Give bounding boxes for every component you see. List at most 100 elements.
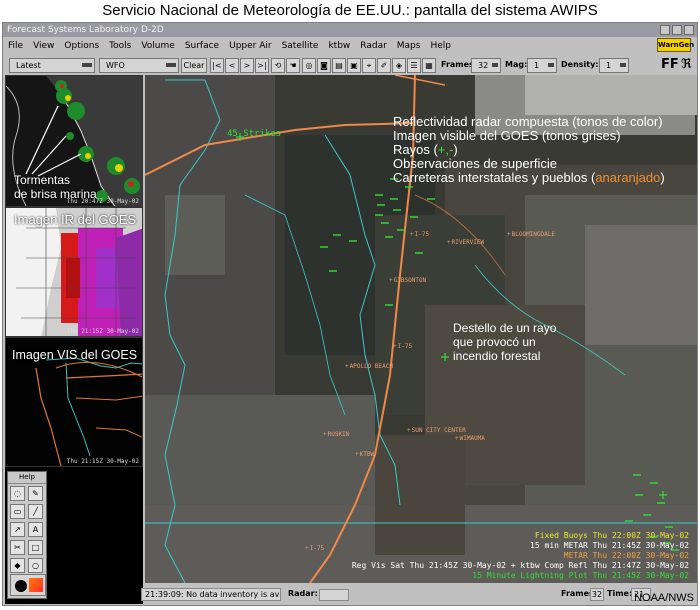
menu-maps[interactable]: Maps bbox=[392, 41, 426, 51]
footer-metar-15: 15 min METAR Thu 21:45Z 30-May-02 bbox=[530, 541, 689, 550]
prev-frame-icon[interactable]: < bbox=[225, 58, 239, 73]
town-label: I-75 bbox=[305, 545, 324, 552]
window-controls bbox=[660, 25, 694, 35]
menu-surface[interactable]: Surface bbox=[180, 41, 224, 51]
scale-combo[interactable]: WFO bbox=[99, 58, 179, 73]
fire-annotation: Destello de un rayo que provocó un incen… bbox=[453, 321, 557, 363]
town-label: APOLLO BEACH bbox=[345, 363, 393, 370]
radar-field[interactable] bbox=[319, 589, 349, 601]
ff-button[interactable]: FF bbox=[661, 57, 679, 72]
density-label: Density: bbox=[561, 60, 599, 69]
swap-icon[interactable]: ℜ bbox=[681, 57, 692, 72]
density-combo-value: 1 bbox=[606, 61, 612, 70]
strikes-counter: 45 Strikes bbox=[227, 129, 281, 139]
chevron-down-icon bbox=[492, 63, 498, 67]
goes-ir-map bbox=[6, 208, 142, 336]
ellipse-tool-icon[interactable]: ○ bbox=[28, 558, 43, 573]
legend-radar: Reflectividad radar compuesta (tonos de … bbox=[393, 114, 663, 129]
status-frames-value: 32 bbox=[590, 588, 604, 601]
menu-satellite[interactable]: Satellite bbox=[277, 41, 324, 51]
mag-combo[interactable]: 1 bbox=[527, 58, 557, 73]
select-icon[interactable]: ◙ bbox=[317, 58, 331, 73]
panel-2-time: Thu 21:15Z 30-May-02 bbox=[66, 328, 139, 335]
select-tool-icon[interactable]: ◌ bbox=[10, 486, 25, 501]
print-icon[interactable]: ▤ bbox=[332, 58, 346, 73]
status-message: 21:39:09: No data inventory is available… bbox=[141, 588, 281, 601]
toolbar: Latest WFO Clear |< < > >| ⟲ ☚ ◎ ◙ ▤ ▣ ⌖… bbox=[3, 55, 697, 75]
window-titlebar: Forecast Systems Laboratory D-2D bbox=[3, 23, 697, 37]
panel-sea-breeze[interactable]: Tormentas de brisa marina Thu 20:47Z 30-… bbox=[5, 75, 143, 207]
rect-tool-icon[interactable]: □ bbox=[28, 540, 43, 555]
legend-surface-obs: Observaciones de superficie bbox=[393, 156, 558, 171]
tool-palette: Help ◌ ✎ ▭ ╱ ↗ A ✂ □ ◆ ○ bbox=[7, 471, 47, 599]
clear-button[interactable]: Clear bbox=[181, 58, 207, 73]
credit-label: NOAA/NWS bbox=[634, 592, 694, 604]
menu-radar[interactable]: Radar bbox=[355, 41, 392, 51]
sea-breeze-label-1: Tormentas bbox=[14, 173, 71, 187]
last-frame-icon[interactable]: >| bbox=[255, 58, 269, 73]
frames-combo[interactable]: 32 bbox=[471, 58, 501, 73]
menu-ktbw[interactable]: ktbw bbox=[323, 41, 355, 51]
menu-view[interactable]: View bbox=[28, 41, 59, 51]
line-tool-icon[interactable]: ╱ bbox=[28, 504, 43, 519]
warngen-button[interactable]: WarnGen bbox=[657, 38, 694, 52]
menu-file[interactable]: File bbox=[3, 41, 28, 51]
palette-icon[interactable]: ◈ bbox=[392, 58, 406, 73]
text-tool-icon[interactable]: A bbox=[28, 522, 43, 537]
eraser-tool-icon[interactable]: ▭ bbox=[10, 504, 25, 519]
pointer-icon[interactable]: ⌖ bbox=[362, 58, 376, 73]
menu-tools[interactable]: Tools bbox=[104, 41, 136, 51]
footer-metar: METAR Thu 22:00Z 30-May-02 bbox=[563, 551, 689, 560]
menu-volume[interactable]: Volume bbox=[136, 41, 179, 51]
draw-icon[interactable]: ✐ bbox=[377, 58, 391, 73]
town-label: RIVERVIEW bbox=[447, 239, 485, 246]
town-label: WIMAUMA bbox=[455, 435, 485, 442]
stamp-tool-icon[interactable]: ◆ bbox=[10, 558, 25, 573]
frame-combo-value: Latest bbox=[16, 61, 41, 70]
footer-main: Reg Vis Sat Thu 21:45Z 30-May-02 + ktbw … bbox=[351, 561, 689, 570]
frame-combo[interactable]: Latest bbox=[9, 58, 95, 73]
toolbox-help[interactable]: Help bbox=[8, 472, 46, 484]
pan-icon[interactable]: ☚ bbox=[286, 58, 300, 73]
strikes-count: 45 bbox=[227, 129, 238, 139]
next-frame-icon[interactable]: > bbox=[240, 58, 254, 73]
footer-lightning: 15 Minute Lightning Plot Thu 21:45Z 30-M… bbox=[472, 571, 689, 580]
goes-ir-label: Imagen IR del GOES bbox=[14, 212, 137, 227]
list-icon[interactable]: ☰ bbox=[407, 58, 421, 73]
panel-goes-ir[interactable]: Imagen IR del GOES Thu 21:15Z 30-May-02 bbox=[5, 207, 143, 337]
mag-label: Mag: bbox=[505, 60, 528, 69]
menu-help[interactable]: Help bbox=[425, 41, 456, 51]
first-frame-icon[interactable]: |< bbox=[210, 58, 224, 73]
scissors-tool-icon[interactable]: ✂ bbox=[10, 540, 25, 555]
main-map-display[interactable]: 45 Strikes Reflectividad radar compuesta… bbox=[145, 75, 697, 583]
arrow-tool-icon[interactable]: ↗ bbox=[10, 522, 25, 537]
chevron-down-icon bbox=[548, 63, 554, 67]
panel-strip: Tormentas de brisa marina Thu 20:47Z 30-… bbox=[5, 75, 143, 467]
legend-roads: Carreteras interstatales y pueblos (anar… bbox=[393, 170, 665, 185]
loop-icon[interactable]: ⟲ bbox=[271, 58, 285, 73]
town-label: I-75 bbox=[410, 231, 429, 238]
radar-label: Radar: bbox=[288, 589, 318, 598]
density-combo[interactable]: 1 bbox=[599, 58, 629, 73]
menu-upper-air[interactable]: Upper Air bbox=[224, 41, 276, 51]
legend-visible: Imagen visible del GOES (tonos grises) bbox=[393, 128, 621, 143]
minimize-icon[interactable] bbox=[660, 25, 670, 35]
pencil-tool-icon[interactable]: ✎ bbox=[28, 486, 43, 501]
chevron-down-icon bbox=[166, 63, 176, 67]
panel-goes-vis[interactable]: Imagen VIS del GOES Thu 21:15Z 30-May-02 bbox=[5, 337, 143, 467]
town-label: KTBW bbox=[355, 451, 374, 458]
close-icon[interactable] bbox=[684, 25, 694, 35]
layout-icon[interactable]: ▦ bbox=[422, 58, 436, 73]
chevron-down-icon bbox=[82, 63, 92, 67]
zoom-icon[interactable]: ◎ bbox=[302, 58, 316, 73]
image-icon[interactable]: ▣ bbox=[347, 58, 361, 73]
town-label: SUN CITY CENTER bbox=[407, 427, 466, 434]
maximize-icon[interactable] bbox=[672, 25, 682, 35]
status-bar: 21:39:09: No data inventory is available… bbox=[3, 584, 697, 606]
menu-options[interactable]: Options bbox=[59, 41, 104, 51]
frames-combo-value: 32 bbox=[478, 61, 489, 70]
town-label: RUSKIN bbox=[323, 431, 350, 438]
mag-combo-value: 1 bbox=[534, 61, 540, 70]
menu-bar: File View Options Tools Volume Surface U… bbox=[3, 37, 697, 55]
map-legend: Reflectividad radar compuesta (tonos de … bbox=[393, 115, 665, 185]
